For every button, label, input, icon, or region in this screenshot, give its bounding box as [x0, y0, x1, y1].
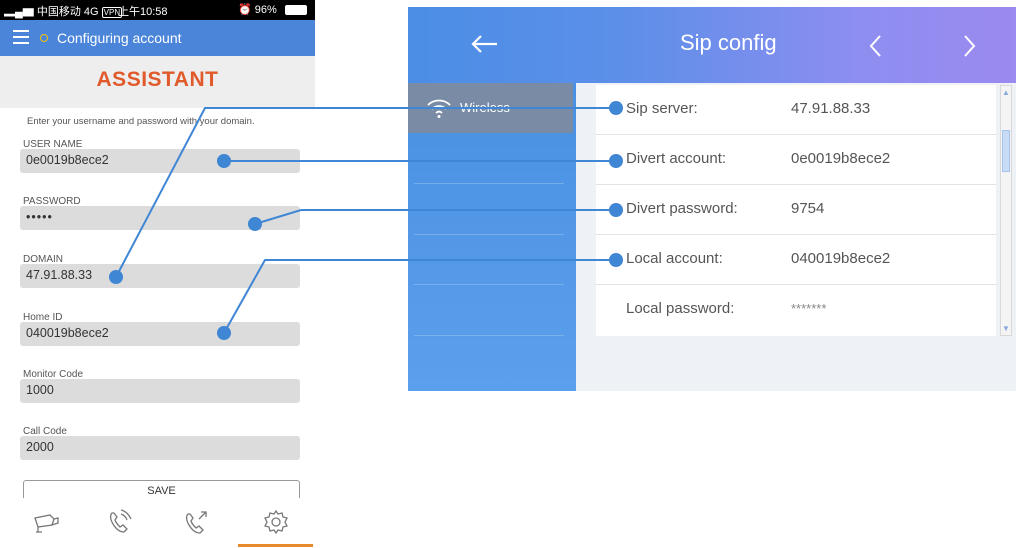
setting-label: Divert account:: [626, 150, 727, 167]
active-tab-indicator: [238, 544, 313, 547]
root: ▂▄▆ 中国移动 4G VPN 上午10:58 ⏰ 96% Configurin…: [0, 0, 1016, 548]
page-title: ASSISTANT: [96, 68, 219, 91]
setting-row-divert-account[interactable]: Divert account: 0e0019b8ece2: [596, 135, 996, 185]
username-field[interactable]: 0e0019b8ece2: [20, 149, 300, 173]
sidebar-divider: [414, 183, 564, 184]
status-dot-icon: [40, 34, 48, 42]
wifi-icon: [427, 99, 451, 118]
setting-row-sip-server[interactable]: Sip server: 47.91.88.33: [596, 85, 996, 135]
setting-value: *******: [791, 301, 827, 316]
domain-field[interactable]: 47.91.88.33: [20, 264, 300, 288]
battery-percent: 96%: [254, 4, 277, 16]
sidebar-divider: [414, 335, 564, 336]
setting-label: Local password:: [626, 300, 735, 317]
scroll-up-icon[interactable]: ▲: [1002, 88, 1010, 97]
battery-icon: [285, 5, 307, 15]
settings-sidebar: Wireless: [408, 83, 576, 391]
sip-config-header: Sip config: [408, 7, 1016, 83]
setting-value: 040019b8ece2: [791, 250, 891, 267]
camera-icon[interactable]: [30, 506, 62, 538]
settings-content: Sip server: 47.91.88.33 Divert account: …: [576, 83, 1016, 391]
page-title-sip-config: Sip config: [680, 30, 777, 55]
scrollbar[interactable]: ▲ ▼: [1000, 85, 1012, 336]
setting-label: Local account:: [626, 250, 723, 267]
setting-value: 9754: [791, 200, 825, 217]
status-battery-text: ⏰ 96%: [238, 3, 277, 16]
scrollbar-thumb[interactable]: [1002, 130, 1010, 172]
tablet-screen: Sip config Wireless Sip server: 47.91.88…: [408, 7, 1016, 391]
hamburger-menu-icon[interactable]: [13, 30, 29, 44]
status-time: 上午10:58: [118, 6, 168, 18]
sidebar-item-wireless[interactable]: Wireless: [408, 83, 573, 133]
sidebar-item-label: Wireless: [460, 100, 510, 115]
network-label: 4G: [83, 6, 99, 18]
status-bar: ▂▄▆ 中国移动 4G VPN 上午10:58 ⏰ 96%: [0, 0, 315, 20]
setting-label: Sip server:: [626, 100, 698, 117]
chevron-right-icon[interactable]: [956, 31, 982, 61]
setting-value: 47.91.88.33: [791, 100, 871, 117]
sidebar-divider: [414, 234, 564, 235]
sip-settings-list: Sip server: 47.91.88.33 Divert account: …: [596, 85, 996, 336]
chevron-left-icon[interactable]: [863, 31, 889, 61]
phone-call-icon[interactable]: [103, 506, 135, 538]
status-carrier: ▂▄▆ 中国移动 4G VPN: [4, 3, 123, 19]
scroll-down-icon[interactable]: ▼: [1002, 324, 1010, 333]
sidebar-divider: [414, 284, 564, 285]
setting-row-local-password[interactable]: Local password: *******: [596, 285, 996, 335]
assistant-header: ASSISTANT: [0, 56, 315, 108]
call-transfer-icon[interactable]: [180, 506, 212, 538]
call-code-field[interactable]: 2000: [20, 436, 300, 460]
password-field[interactable]: •••••: [20, 206, 300, 230]
carrier-label: 中国移动: [36, 6, 81, 18]
alarm-icon: ⏰: [238, 4, 252, 16]
gear-icon[interactable]: [260, 506, 292, 538]
setting-value: 0e0019b8ece2: [791, 150, 891, 167]
back-arrow-icon[interactable]: [468, 29, 502, 59]
setting-row-divert-password[interactable]: Divert password: 9754: [596, 185, 996, 235]
monitor-code-field[interactable]: 1000: [20, 379, 300, 403]
title-bar: Configuring account: [0, 20, 315, 56]
setting-label: Divert password:: [626, 200, 738, 217]
title-bar-status: Configuring account: [57, 30, 182, 46]
signal-icon: ▂▄▆: [4, 6, 34, 18]
phone-screen: ▂▄▆ 中国移动 4G VPN 上午10:58 ⏰ 96% Configurin…: [0, 0, 315, 548]
bottom-tab-bar: [0, 498, 315, 548]
home-id-field[interactable]: 040019b8ece2: [20, 322, 300, 346]
form-hint: Enter your username and password with yo…: [27, 116, 255, 127]
setting-row-local-account[interactable]: Local account: 040019b8ece2: [596, 235, 996, 285]
